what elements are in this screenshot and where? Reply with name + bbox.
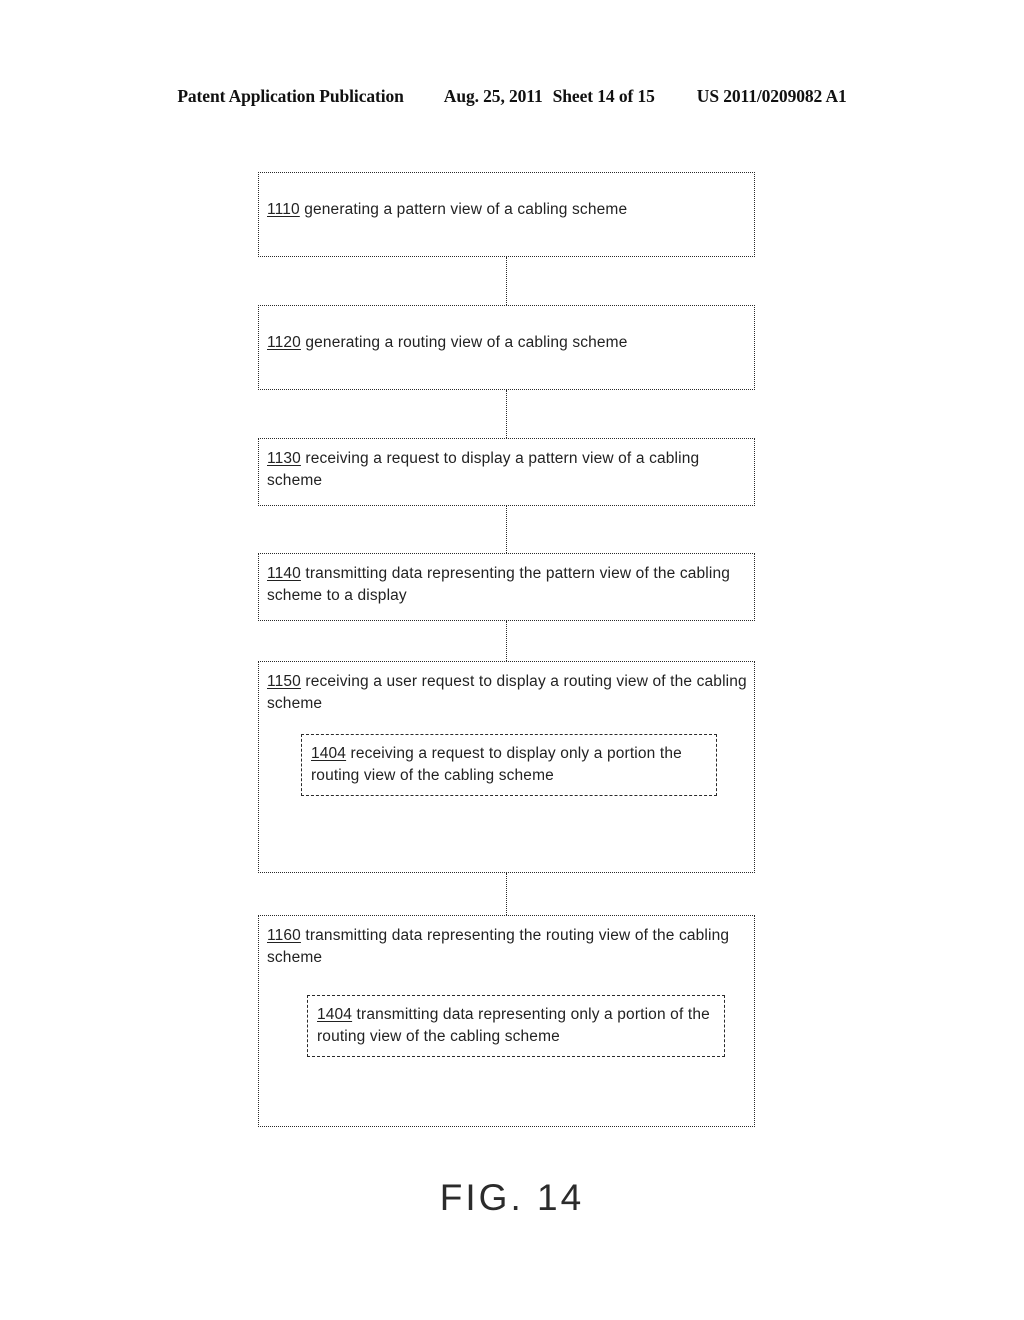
step-1160-label: transmitting data representing the routi…	[267, 927, 730, 966]
step-1150-refnum: 1150	[267, 673, 301, 690]
figure-caption: FIG. 14	[439, 1177, 585, 1218]
step-1150-text: 1150 receiving a user request to display…	[267, 671, 748, 715]
step-1130-label: receiving a request to display a pattern…	[267, 450, 700, 489]
connector-1140-to-1150	[506, 621, 507, 661]
connector-1120-to-1130	[506, 390, 507, 438]
flowchart-substep-1404-transmitting: 1404 transmitting data representing only…	[307, 995, 725, 1057]
flowchart-step-1120: 1120 generating a routing view of a cabl…	[258, 305, 755, 390]
step-1140-text: 1140 transmitting data representing the …	[267, 563, 748, 607]
substep-1404-transmitting-text: 1404 transmitting data representing only…	[317, 1004, 718, 1048]
step-1130-text: 1130 receiving a request to display a pa…	[267, 448, 748, 492]
flowchart-substep-1404-receiving: 1404 receiving a request to display only…	[301, 734, 717, 796]
substep-1404-receiving-refnum: 1404	[311, 745, 347, 762]
flowchart-step-1140: 1140 transmitting data representing the …	[258, 553, 755, 621]
step-1110-refnum: 1110	[267, 201, 300, 218]
step-1110-label: generating a pattern view of a cabling s…	[299, 201, 628, 218]
substep-1404-receiving-text: 1404 receiving a request to display only…	[311, 743, 710, 787]
step-1120-label: generating a routing view of a cabling s…	[300, 334, 628, 351]
step-1160-text: 1160 transmitting data representing the …	[267, 925, 748, 969]
step-1120-refnum: 1120	[267, 334, 301, 351]
flowchart-step-1150: 1150 receiving a user request to display…	[258, 661, 755, 873]
connector-1110-to-1120	[506, 257, 507, 305]
step-1120-text: 1120 generating a routing view of a cabl…	[267, 332, 748, 354]
substep-1404-receiving-label: receiving a request to display only a po…	[311, 745, 682, 784]
step-1130-refnum: 1130	[267, 450, 301, 467]
flowchart-step-1110: 1110 generating a pattern view of a cabl…	[258, 172, 755, 257]
step-1140-refnum: 1140	[267, 565, 301, 582]
step-1110-text: 1110 generating a pattern view of a cabl…	[267, 199, 748, 221]
flowchart-diagram: 1110 generating a pattern view of a cabl…	[0, 0, 1024, 1320]
connector-1150-to-1160	[506, 873, 507, 915]
step-1150-label: receiving a user request to display a ro…	[267, 673, 747, 712]
flowchart-step-1160: 1160 transmitting data representing the …	[258, 915, 755, 1127]
substep-1404-transmitting-refnum: 1404	[317, 1006, 353, 1023]
flowchart-step-1130: 1130 receiving a request to display a pa…	[258, 438, 755, 506]
substep-1404-transmitting-label: transmitting data representing only a po…	[317, 1006, 710, 1045]
step-1160-refnum: 1160	[267, 927, 301, 944]
step-1140-label: transmitting data representing the patte…	[267, 565, 730, 604]
connector-1130-to-1140	[506, 506, 507, 553]
